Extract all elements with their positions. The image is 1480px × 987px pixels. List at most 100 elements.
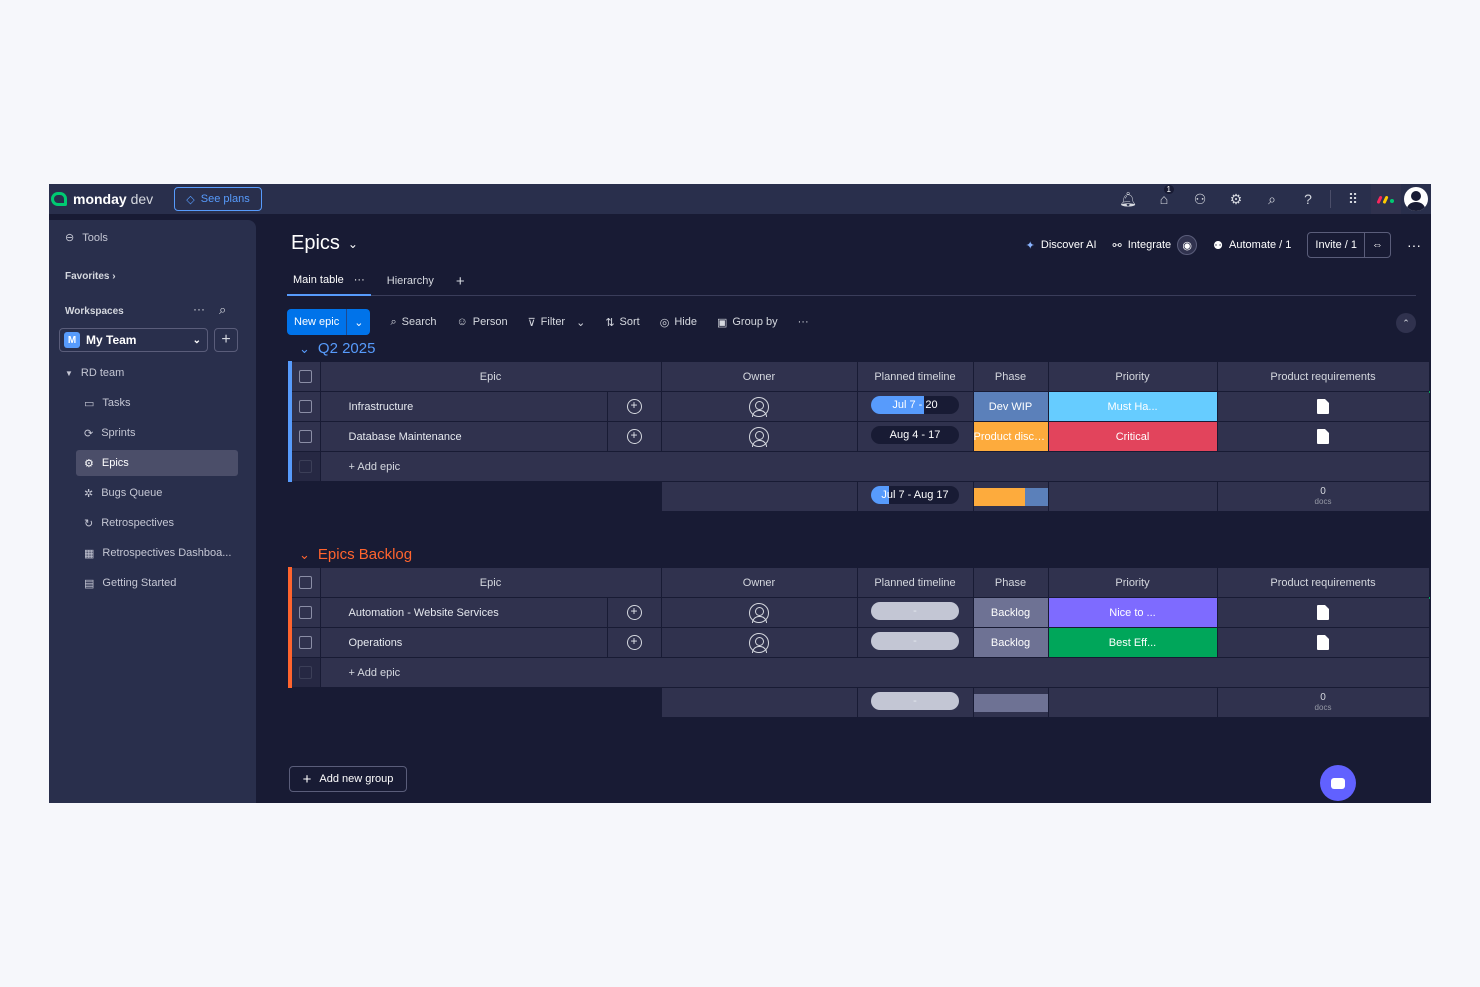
- person-avatar-icon[interactable]: [749, 632, 769, 653]
- person-avatar-icon[interactable]: [749, 602, 769, 623]
- column-header-phase[interactable]: Phase: [972, 361, 1049, 392]
- chevron-down-icon[interactable]: ⌄: [346, 309, 370, 335]
- sidebar-item-epics[interactable]: ⚙ Epics: [76, 450, 238, 476]
- table-row[interactable]: Automation - Website Services + - Backlog Ni…: [288, 597, 1430, 628]
- add-update-cell[interactable]: +: [606, 421, 662, 452]
- sidebar-item-retrospectives[interactable]: ↻ Retrospectives: [76, 510, 238, 536]
- add-epic-input[interactable]: + Add epic: [319, 451, 1430, 482]
- add-update-cell[interactable]: +: [606, 597, 662, 628]
- search-button[interactable]: ⌕ Search: [390, 316, 436, 329]
- tab-hierarchy[interactable]: Hierarchy: [381, 266, 440, 296]
- sidebar-item-tasks[interactable]: ▭ Tasks: [76, 390, 238, 416]
- column-header-owner[interactable]: Owner: [660, 567, 858, 598]
- collapse-header-icon[interactable]: ⌃: [1396, 313, 1416, 333]
- timeline-pill[interactable]: -: [871, 602, 959, 620]
- priority-cell[interactable]: Must Ha...: [1047, 391, 1218, 422]
- column-header-epic[interactable]: Epic: [319, 361, 662, 392]
- sidebar-item-retrospectives-dashboa[interactable]: ▦ Retrospectives Dashboa...: [76, 540, 238, 566]
- chevron-down-icon[interactable]: ⌄: [299, 341, 310, 357]
- add-update-icon[interactable]: +: [626, 635, 642, 650]
- checkbox[interactable]: [299, 370, 313, 383]
- column-header-product-requirements[interactable]: Product requirements: [1216, 567, 1430, 598]
- select-all-checkbox[interactable]: [288, 361, 321, 392]
- apps-grid-icon[interactable]: ⠿: [1335, 184, 1371, 214]
- bell-icon[interactable]: 🔔︎: [1110, 184, 1146, 214]
- integrations-icon[interactable]: ⚙: [1218, 184, 1254, 214]
- priority-cell[interactable]: Critical: [1047, 421, 1218, 452]
- column-header-planned-timeline[interactable]: Planned timeline: [856, 361, 974, 392]
- board-title[interactable]: Epics ⌄: [291, 232, 358, 255]
- add-update-icon[interactable]: +: [626, 399, 642, 414]
- owner-cell[interactable]: [660, 421, 858, 452]
- column-header-priority[interactable]: Priority: [1047, 361, 1218, 392]
- add-update-icon[interactable]: +: [626, 429, 642, 444]
- column-header-priority[interactable]: Priority: [1047, 567, 1218, 598]
- more-icon[interactable]: ···: [193, 302, 205, 316]
- invite-members-icon[interactable]: ⚇: [1182, 184, 1218, 214]
- epic-name-cell[interactable]: Operations: [319, 627, 608, 658]
- table-row[interactable]: Operations+-BacklogBest Eff...-: [288, 627, 1430, 658]
- row-checkbox[interactable]: [288, 627, 321, 658]
- doc-icon[interactable]: [1317, 605, 1329, 620]
- owner-cell[interactable]: [660, 627, 858, 658]
- sidebar-tools[interactable]: ⊖ Tools: [65, 231, 108, 245]
- sort-button[interactable]: ⇅ Sort: [605, 316, 639, 329]
- product-requirements-cell[interactable]: [1216, 421, 1430, 452]
- doc-icon[interactable]: [1317, 399, 1329, 414]
- product-requirements-cell[interactable]: [1216, 627, 1430, 658]
- chevron-down-icon[interactable]: ⌄: [299, 547, 310, 563]
- search-icon[interactable]: ⌕: [219, 302, 226, 318]
- phase-cell[interactable]: Dev WIP: [972, 391, 1049, 422]
- owner-cell[interactable]: [660, 391, 858, 422]
- copy-link-icon[interactable]: ⇔: [1364, 233, 1390, 257]
- add-view-icon[interactable]: +: [450, 266, 471, 296]
- column-header-planned-timeline[interactable]: Planned timeline: [856, 567, 974, 598]
- person-filter-button[interactable]: ☺ Person: [457, 316, 508, 328]
- phase-cell[interactable]: Backlog: [972, 597, 1049, 628]
- row-checkbox[interactable]: [288, 597, 321, 628]
- column-header-owner[interactable]: Owner: [660, 361, 858, 392]
- add-epic-input[interactable]: + Add epic: [319, 657, 1430, 688]
- integrate-button[interactable]: ⚯ Integrate ◉: [1113, 235, 1198, 255]
- timeline-pill[interactable]: Aug 4 - 17: [871, 426, 959, 444]
- doc-icon[interactable]: [1317, 429, 1329, 444]
- table-row[interactable]: Infrastructure + Jul 7 - 20 Dev WIP Must Ha.…: [288, 391, 1430, 422]
- brand-logo[interactable]: monday dev: [51, 191, 153, 207]
- help-icon[interactable]: ?: [1290, 184, 1326, 214]
- row-checkbox[interactable]: [288, 421, 321, 452]
- monday-apps-logo-icon[interactable]: [1371, 184, 1401, 214]
- hide-button[interactable]: ◎ Hide: [660, 316, 697, 329]
- chat-icon[interactable]: [1320, 765, 1356, 801]
- filter-button[interactable]: ⊽ Filter ⌄: [528, 316, 586, 329]
- group-title[interactable]: ⌄ Epics Backlog: [299, 546, 412, 563]
- select-all-checkbox[interactable]: [288, 567, 321, 598]
- person-avatar-icon[interactable]: [749, 396, 769, 417]
- epic-name-cell[interactable]: Database Maintenance: [319, 421, 608, 452]
- add-update-cell[interactable]: +: [606, 627, 662, 658]
- see-plans-button[interactable]: ◇ See plans: [174, 187, 262, 211]
- timeline-cell[interactable]: Jul 7 - 20: [856, 391, 974, 422]
- column-header-phase[interactable]: Phase: [972, 567, 1049, 598]
- new-epic-button[interactable]: New epic: [287, 309, 346, 335]
- table-row[interactable]: Database Maintenance + Aug 4 - 17 Product d…: [288, 421, 1430, 452]
- timeline-cell[interactable]: -: [856, 627, 974, 658]
- checkbox[interactable]: [299, 430, 313, 443]
- group-by-button[interactable]: ▣ Group by: [717, 316, 778, 329]
- phase-cell[interactable]: Backlog: [972, 627, 1049, 658]
- folder-rd-team[interactable]: ▼ RD team: [65, 367, 124, 379]
- add-workspace-item-button[interactable]: +: [214, 328, 238, 352]
- more-icon[interactable]: ···: [798, 316, 809, 328]
- add-new-group-button[interactable]: + Add new group: [289, 766, 407, 792]
- priority-cell[interactable]: Best Eff...: [1047, 627, 1218, 658]
- sidebar-item-getting-started[interactable]: ▤ Getting Started: [76, 570, 238, 596]
- search-icon[interactable]: ⌕: [1254, 184, 1290, 214]
- workspace-selector[interactable]: M My Team ⌄: [59, 328, 208, 352]
- automate-button[interactable]: ⚉ Automate / 1: [1213, 239, 1291, 252]
- invite-button[interactable]: Invite / 1: [1308, 233, 1364, 257]
- column-header-epic[interactable]: Epic: [319, 567, 662, 598]
- favorites-header[interactable]: Favorites ›: [65, 271, 116, 282]
- timeline-cell[interactable]: Aug 4 - 17: [856, 421, 974, 452]
- inbox-icon[interactable]: ⌂ 1: [1146, 184, 1182, 214]
- tab-main-table[interactable]: Main table ···: [287, 266, 371, 296]
- product-requirements-cell[interactable]: [1216, 391, 1430, 422]
